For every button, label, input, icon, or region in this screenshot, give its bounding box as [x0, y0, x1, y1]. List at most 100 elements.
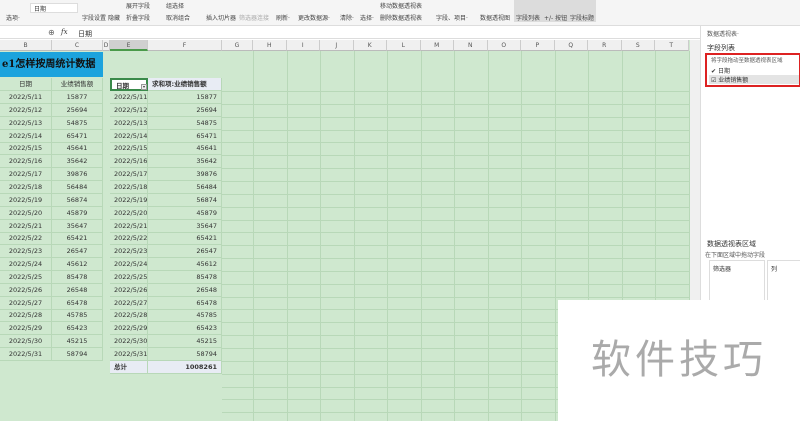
- source-sales-cell[interactable]: 65478: [52, 296, 103, 310]
- fields-items-button[interactable]: 字段、项目·: [434, 12, 470, 23]
- source-sales-cell[interactable]: 39876: [52, 168, 103, 182]
- source-date-cell[interactable]: 2022/5/26: [0, 283, 52, 297]
- pivot-date-cell[interactable]: 2022/5/20: [110, 206, 148, 220]
- column-header[interactable]: E: [110, 40, 148, 51]
- ungroup-button[interactable]: 取消组合: [164, 12, 192, 23]
- column-header[interactable]: M: [420, 40, 454, 51]
- column-header[interactable]: O: [487, 40, 521, 51]
- source-date-cell[interactable]: 2022/5/20: [0, 206, 52, 220]
- column-header[interactable]: S: [621, 40, 655, 51]
- pivot-sum-cell[interactable]: 65423: [148, 322, 222, 336]
- pivot-sum-cell[interactable]: 65478: [148, 296, 222, 310]
- group-selection-button[interactable]: 组选择: [164, 0, 186, 11]
- pivot-date-cell[interactable]: 2022/5/28: [110, 309, 148, 323]
- pivot-date-cell[interactable]: 2022/5/18: [110, 180, 148, 194]
- pivot-date-cell[interactable]: 2022/5/22: [110, 232, 148, 246]
- field-item-date[interactable]: ✔ 日期: [711, 66, 730, 75]
- field-settings-button[interactable]: 字段设置: [80, 12, 108, 23]
- pivot-sum-cell[interactable]: 54875: [148, 116, 222, 130]
- column-header[interactable]: F: [148, 40, 222, 51]
- pivot-sum-cell[interactable]: 35642: [148, 155, 222, 169]
- source-sales-cell[interactable]: 45215: [52, 335, 103, 349]
- source-date-cell[interactable]: 2022/5/13: [0, 116, 52, 130]
- source-date-cell[interactable]: 2022/5/27: [0, 296, 52, 310]
- pivot-date-cell[interactable]: 2022/5/23: [110, 245, 148, 259]
- pivot-date-cell[interactable]: 2022/5/13: [110, 116, 148, 130]
- source-sales-cell[interactable]: 58794: [52, 348, 103, 361]
- buttons-toggle[interactable]: +/- 按钮: [542, 0, 570, 22]
- move-pivot-button[interactable]: 移动数据透视表: [378, 0, 424, 11]
- delete-pivot-button[interactable]: 删除数据透视表: [378, 12, 424, 23]
- pivot-date-cell[interactable]: 2022/5/26: [110, 283, 148, 297]
- select-button[interactable]: 选择·: [358, 12, 376, 23]
- source-date-cell[interactable]: 2022/5/21: [0, 219, 52, 233]
- pivot-sum-cell[interactable]: 26547: [148, 245, 222, 259]
- source-sales-cell[interactable]: 26548: [52, 283, 103, 297]
- source-sales-cell[interactable]: 54875: [52, 116, 103, 130]
- pivot-sum-cell[interactable]: 39876: [148, 168, 222, 182]
- formula-input[interactable]: 日期: [78, 29, 92, 39]
- source-date-cell[interactable]: 2022/5/22: [0, 232, 52, 246]
- source-sales-cell[interactable]: 56874: [52, 193, 103, 207]
- column-header[interactable]: L: [387, 40, 421, 51]
- source-sales-cell[interactable]: 45641: [52, 142, 103, 156]
- hide-button[interactable]: 隐藏: [106, 12, 122, 23]
- field-headers-button[interactable]: 字段标题: [568, 0, 597, 22]
- source-date-cell[interactable]: 2022/5/28: [0, 309, 52, 323]
- column-header[interactable]: C: [52, 40, 103, 51]
- source-sales-cell[interactable]: 56484: [52, 180, 103, 194]
- pivot-date-cell[interactable]: 2022/5/14: [110, 129, 148, 143]
- panel-title[interactable]: 数据透视表·: [707, 29, 739, 38]
- source-date-cell[interactable]: 2022/5/29: [0, 322, 52, 336]
- source-date-cell[interactable]: 2022/5/11: [0, 91, 52, 104]
- source-date-cell[interactable]: 2022/5/15: [0, 142, 52, 156]
- source-date-cell[interactable]: 2022/5/14: [0, 129, 52, 143]
- pivot-sum-cell[interactable]: 35647: [148, 219, 222, 233]
- pivot-date-cell[interactable]: 2022/5/31: [110, 348, 148, 361]
- field-item-sales[interactable]: ☑ 业绩销售额: [709, 75, 799, 84]
- source-date-cell[interactable]: 2022/5/12: [0, 103, 52, 117]
- pivot-date-cell[interactable]: 2022/5/27: [110, 296, 148, 310]
- refresh-button[interactable]: 刷新·: [274, 12, 292, 23]
- source-date-cell[interactable]: 2022/5/19: [0, 193, 52, 207]
- pivot-date-cell[interactable]: 2022/5/21: [110, 219, 148, 233]
- source-sales-cell[interactable]: 45612: [52, 258, 103, 272]
- pivot-sum-cell[interactable]: 25694: [148, 103, 222, 117]
- pivot-sum-cell[interactable]: 26548: [148, 283, 222, 297]
- pivot-date-cell[interactable]: 2022/5/24: [110, 258, 148, 272]
- pivot-sum-cell[interactable]: 15877: [148, 91, 222, 104]
- source-sales-cell[interactable]: 65423: [52, 322, 103, 336]
- clear-button[interactable]: 清除·: [338, 12, 356, 23]
- source-date-cell[interactable]: 2022/5/17: [0, 168, 52, 182]
- collapse-field-button[interactable]: 折叠字段: [124, 12, 152, 23]
- fx-icon[interactable]: fx: [61, 28, 68, 36]
- source-sales-cell[interactable]: 15877: [52, 91, 103, 104]
- column-header[interactable]: Q: [554, 40, 588, 51]
- column-header[interactable]: T: [655, 40, 689, 51]
- source-date-cell[interactable]: 2022/5/25: [0, 270, 52, 284]
- source-sales-cell[interactable]: 35642: [52, 155, 103, 169]
- pivot-sum-cell[interactable]: 65471: [148, 129, 222, 143]
- insert-slicer-button[interactable]: 插入切片器: [204, 12, 238, 23]
- pivot-sum-cell[interactable]: 45879: [148, 206, 222, 220]
- column-header[interactable]: R: [588, 40, 622, 51]
- source-sales-cell[interactable]: 26547: [52, 245, 103, 259]
- pivot-sum-cell[interactable]: 45785: [148, 309, 222, 323]
- pivot-sum-cell[interactable]: 58794: [148, 348, 222, 361]
- source-date-cell[interactable]: 2022/5/23: [0, 245, 52, 259]
- pivot-date-cell[interactable]: 2022/5/12: [110, 103, 148, 117]
- source-date-cell[interactable]: 2022/5/18: [0, 180, 52, 194]
- filter-dropdown-icon[interactable]: ▾: [141, 84, 147, 90]
- pivot-sum-cell[interactable]: 65421: [148, 232, 222, 246]
- column-header[interactable]: B: [0, 40, 52, 51]
- pivot-chart-button[interactable]: 数据透视图: [478, 12, 512, 23]
- active-field-input[interactable]: 日期: [30, 3, 78, 13]
- pivot-date-cell[interactable]: 2022/5/30: [110, 335, 148, 349]
- source-date-cell[interactable]: 2022/5/24: [0, 258, 52, 272]
- source-sales-cell[interactable]: 45785: [52, 309, 103, 323]
- column-header[interactable]: N: [454, 40, 488, 51]
- column-header[interactable]: J: [320, 40, 354, 51]
- options-button[interactable]: 选项·: [4, 12, 22, 23]
- pivot-sum-cell[interactable]: 56484: [148, 180, 222, 194]
- source-date-cell[interactable]: 2022/5/31: [0, 348, 52, 361]
